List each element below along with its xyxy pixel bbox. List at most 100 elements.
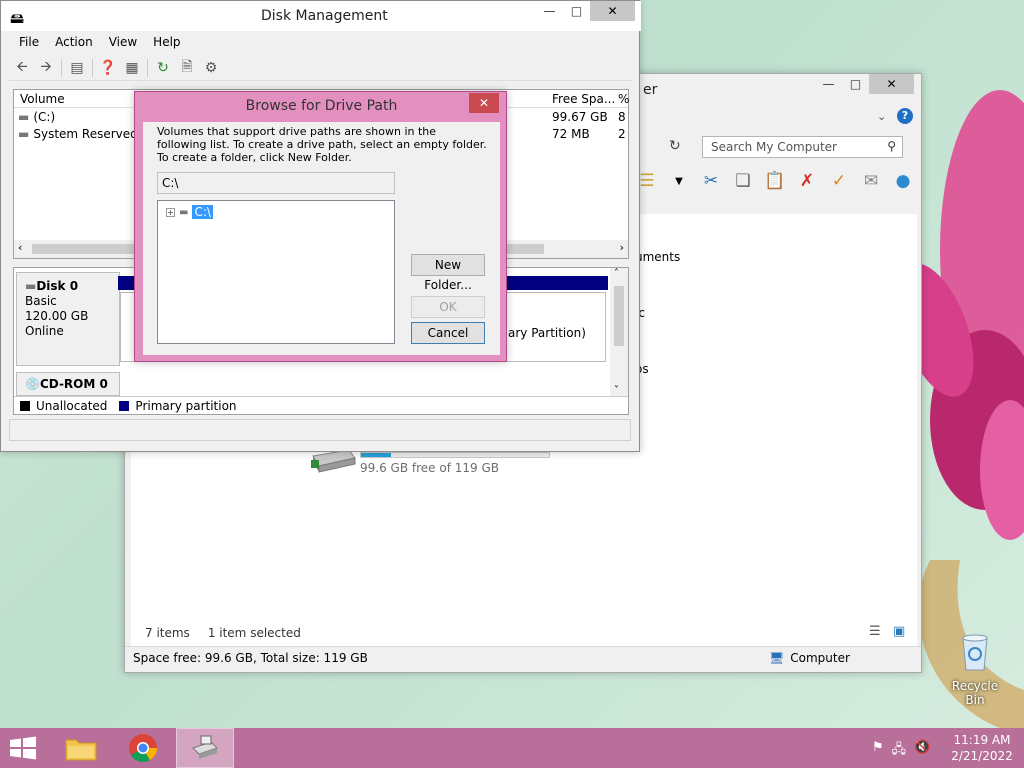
volume-percent-system-reserved: 2 [618, 127, 626, 141]
scroll-right-icon[interactable]: › [620, 241, 624, 254]
disk-management-titlebar[interactable]: 🖴 Disk Management — □ ✕ [1, 1, 641, 31]
browse-drive-path-dialog[interactable]: Browse for Drive Path ✕ Volumes that sup… [134, 91, 507, 362]
email-icon[interactable]: ✉ [859, 169, 883, 193]
delete-icon[interactable]: ✗ [795, 169, 819, 193]
explorer-details-bar: Space free: 99.6 GB, Total size: 119 GB … [125, 646, 921, 672]
explorer-status-line: 7 items 1 item selected [145, 626, 301, 640]
dialog-description: Volumes that support drive paths are sho… [157, 125, 487, 164]
explorer-ribbon-toolbar: ☰ ▼ ✂ ❏ 📋 ✗ ✓ ✉ ● [635, 166, 915, 196]
taskbar: ⚑ 🖧 🔇 11:19 AM 2/21/2022 [0, 728, 1024, 768]
explorer-title-partial: er [643, 82, 658, 98]
folder-icon [65, 739, 97, 761]
explorer-search-input[interactable]: Search My Computer ⚲ [702, 136, 903, 158]
location-indicator: 🖥 Computer [769, 651, 850, 665]
network-globe-icon[interactable]: ● [891, 169, 915, 193]
volume-free-system-reserved: 72 MB [552, 127, 590, 141]
view-pane-icon[interactable]: ▦ [123, 59, 141, 77]
column-free-space[interactable]: Free Spa... [552, 92, 615, 106]
computer-icon: 🖥 [769, 651, 785, 665]
selection-count: 1 item selected [207, 626, 301, 640]
drive-icon: ▬ [18, 110, 30, 124]
volume-percent-c: 8 [618, 110, 626, 124]
disk-management-app-icon: 🖴 [10, 11, 25, 27]
details-view-icon[interactable]: ☰ [869, 624, 881, 639]
search-icon: ⚲ [887, 139, 896, 153]
network-icon[interactable]: 🖧 [892, 740, 907, 762]
action-center-flag-icon[interactable]: ⚑ [872, 740, 884, 762]
volume-row-c[interactable]: ▬ (C:) [18, 110, 55, 124]
explorer-maximize-button[interactable]: □ [842, 74, 869, 94]
disk-pane-vertical-scrollbar[interactable]: ˄ ˅ [610, 268, 628, 396]
recycle-bin-icon [962, 634, 988, 671]
volume-muted-icon[interactable]: 🔇 [914, 740, 930, 762]
menu-action[interactable]: Action [55, 35, 93, 49]
help-book-icon[interactable]: ❓ [99, 59, 117, 77]
close-button[interactable]: ✕ [590, 1, 635, 21]
rescan-disks-icon[interactable]: ↻ [154, 59, 172, 77]
rename-check-icon[interactable]: ✓ [827, 169, 851, 193]
column-percent-free[interactable]: % [618, 92, 629, 106]
scroll-left-icon[interactable]: ‹ [18, 241, 22, 254]
menu-help[interactable]: Help [153, 35, 180, 49]
taskbar-chrome[interactable] [114, 728, 172, 768]
volume-row-system-reserved[interactable]: ▬ System Reserved [18, 127, 138, 141]
settings-icon[interactable]: ⚙ [202, 59, 220, 77]
column-volume[interactable]: Volume [20, 92, 65, 106]
address-history-chevron-icon[interactable]: ⌄ [877, 110, 886, 123]
explorer-minimize-button[interactable]: — [815, 74, 842, 94]
explorer-close-button[interactable]: ✕ [869, 74, 914, 94]
legend-swatch-primary [119, 400, 130, 411]
clock-time: 11:19 AM [953, 733, 1011, 747]
forward-arrow-icon[interactable]: 🡪 [37, 59, 55, 77]
scroll-down-icon[interactable]: ˅ [614, 385, 619, 396]
cdrom-0-label[interactable]: 💿CD-ROM 0 [16, 372, 120, 396]
system-tray: ⚑ 🖧 🔇 [872, 740, 930, 762]
minimize-button[interactable]: — [536, 1, 563, 21]
recycle-bin-label: Recycle Bin [951, 679, 999, 707]
clock-date: 2/21/2022 [951, 749, 1013, 763]
drive-icon: ▬ [179, 206, 189, 218]
copy-icon[interactable]: ❏ [731, 169, 755, 193]
item-count: 7 items [145, 626, 190, 640]
recycle-bin-shortcut[interactable]: Recycle Bin [944, 632, 1006, 707]
drive-icon: ▬ [18, 127, 30, 141]
show-hide-console-tree-icon[interactable]: ▤ [68, 59, 86, 77]
disk-icon: ▬ [25, 279, 37, 293]
taskbar-file-explorer[interactable] [52, 728, 110, 768]
new-folder-button[interactable]: New Folder... [411, 254, 485, 292]
maximize-button[interactable]: □ [563, 1, 590, 21]
partition-type-text: ary Partition) [508, 326, 586, 340]
start-button-windows-icon[interactable] [8, 736, 38, 760]
refresh-icon[interactable]: ↻ [669, 138, 681, 154]
taskbar-clock[interactable]: 11:19 AM 2/21/2022 [944, 732, 1020, 764]
dropdown-arrow-icon[interactable]: ▼ [667, 169, 691, 193]
help-icon[interactable]: ? [897, 108, 913, 124]
menu-file[interactable]: File [19, 35, 39, 49]
disk-0-label[interactable]: ▬Disk 0 Basic 120.00 GB Online [16, 272, 120, 366]
ok-button[interactable]: OK [411, 296, 485, 318]
drive-path-field[interactable]: C:\ [157, 172, 395, 194]
menu-bar: File Action View Help [9, 31, 181, 53]
chrome-icon [129, 734, 157, 762]
back-arrow-icon[interactable]: 🡨 [13, 59, 31, 77]
cut-icon[interactable]: ✂ [699, 169, 723, 193]
folder-tree[interactable]: + ▬ C:\ [157, 200, 395, 344]
drive-usage-bar [360, 452, 550, 458]
toolbar: 🡨 🡪 ▤ ❓ ▦ ↻ 🗎 ⚙ [9, 55, 633, 81]
dialog-body: Volumes that support drive paths are sho… [143, 122, 500, 355]
menu-view[interactable]: View [109, 35, 137, 49]
nav-item-documents[interactable]: uments [635, 250, 680, 264]
paste-icon[interactable]: 📋 [763, 169, 787, 193]
large-icons-view-icon[interactable]: ▣ [893, 624, 905, 639]
drive-free-space: 99.6 GB free of 119 GB [360, 461, 499, 475]
expand-icon[interactable]: + [166, 207, 175, 217]
taskbar-disk-management[interactable] [176, 728, 234, 768]
disk-management-icon [192, 735, 218, 759]
legend-swatch-unallocated [20, 400, 30, 411]
properties-icon[interactable]: 🗎 [178, 59, 196, 77]
dialog-title: Browse for Drive Path [245, 98, 398, 114]
scroll-up-icon[interactable]: ˄ [614, 268, 619, 279]
dialog-close-button[interactable]: ✕ [469, 93, 499, 113]
cancel-button[interactable]: Cancel [411, 322, 485, 344]
tree-item-c[interactable]: + ▬ C:\ [166, 205, 213, 219]
